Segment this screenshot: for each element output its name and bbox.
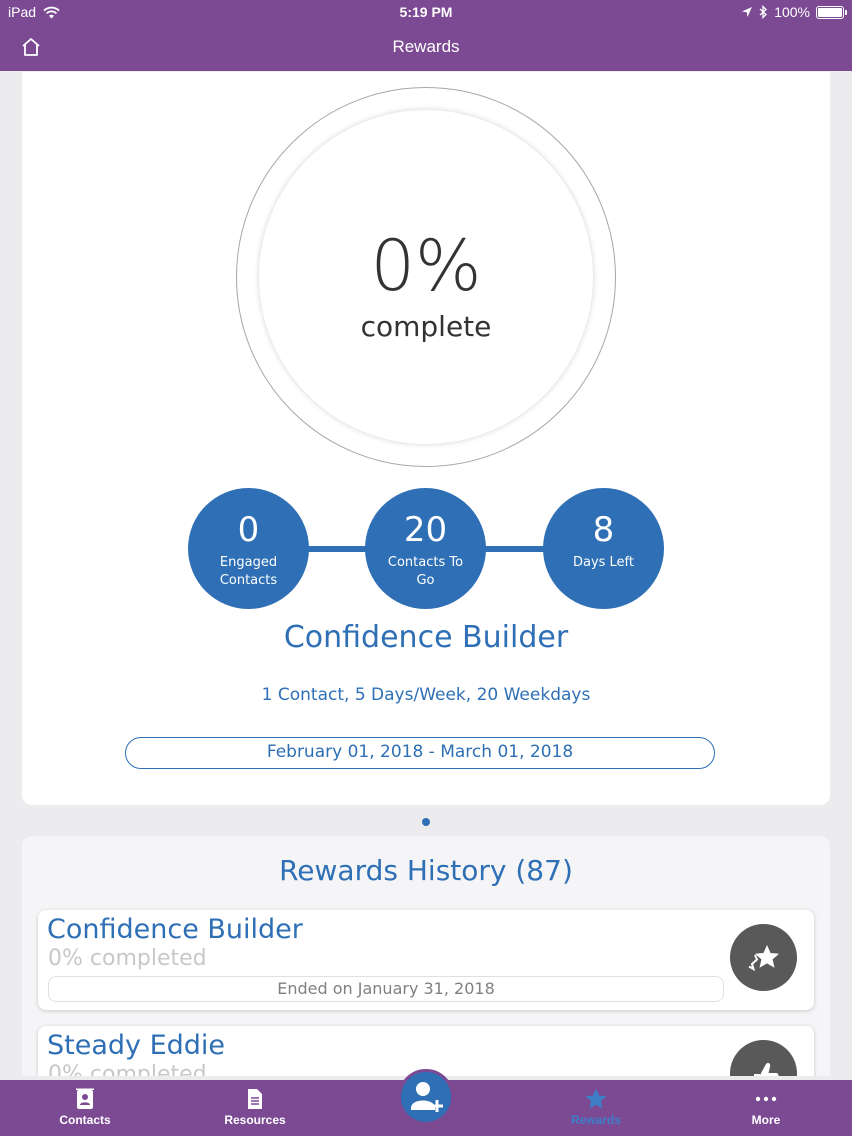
page-title: Rewards	[392, 37, 460, 56]
progress-ring: 0% complete	[236, 87, 616, 467]
tab-rewards[interactable]: Rewards	[536, 1080, 656, 1136]
tab-resources[interactable]: Resources	[195, 1080, 315, 1136]
stats-row: 0 Engaged Contacts 20 Contacts To Go 8 D…	[188, 488, 664, 610]
location-arrow-icon	[742, 7, 753, 17]
progress-percent: 0%	[370, 225, 482, 307]
history-item-progress: 0% completed	[48, 1062, 207, 1076]
tab-more[interactable]: More	[706, 1080, 826, 1136]
add-contact-button[interactable]	[398, 1069, 454, 1125]
battery-icon	[816, 5, 847, 19]
date-range: February 01, 2018 - March 01, 2018	[125, 737, 715, 769]
add-user-icon	[411, 1082, 443, 1112]
tab-contacts[interactable]: Contacts	[25, 1080, 145, 1136]
document-icon	[248, 1089, 262, 1109]
history-item-name: Confidence Builder	[47, 914, 303, 945]
history-item-progress: 0% completed	[48, 946, 207, 971]
stars-icon	[748, 945, 779, 972]
star-icon	[585, 1088, 607, 1109]
history-title: Rewards History (87)	[279, 854, 573, 887]
reward-badge[interactable]	[730, 1040, 797, 1076]
goal-title: Confidence Builder	[283, 620, 569, 655]
stat-days-left: 8 Days Left	[543, 488, 664, 609]
history-item[interactable]: Confidence Builder 0% completed Ended on…	[38, 910, 814, 1010]
rewards-history[interactable]: Rewards History (87) Confidence Builder …	[22, 836, 830, 1076]
bluetooth-icon	[759, 5, 768, 19]
contacts-icon	[76, 1088, 94, 1109]
status-time: 5:19 PM	[399, 4, 453, 20]
page-indicator	[422, 818, 430, 826]
battery-percent: 100%	[774, 4, 810, 20]
current-reward-card[interactable]: 0% complete 0 Engaged Contacts 20 Contac…	[22, 72, 830, 805]
thumbs-up-icon	[754, 1063, 779, 1076]
goal-subtitle: 1 Contact, 5 Days/Week, 20 Weekdays	[261, 685, 591, 705]
reward-badge[interactable]	[730, 924, 797, 991]
stat-engaged-contacts: 0 Engaged Contacts	[188, 488, 309, 609]
more-icon	[755, 1096, 777, 1102]
status-bar: iPad 5:19 PM 100%	[0, 0, 852, 24]
stat-contacts-to-go: 20 Contacts To Go	[365, 488, 486, 609]
top-bar: iPad 5:19 PM 100% Rewards	[0, 0, 852, 71]
history-item-name: Steady Eddie	[47, 1030, 226, 1061]
history-item-ended: Ended on January 31, 2018	[48, 976, 724, 1002]
progress-label: complete	[360, 310, 492, 343]
